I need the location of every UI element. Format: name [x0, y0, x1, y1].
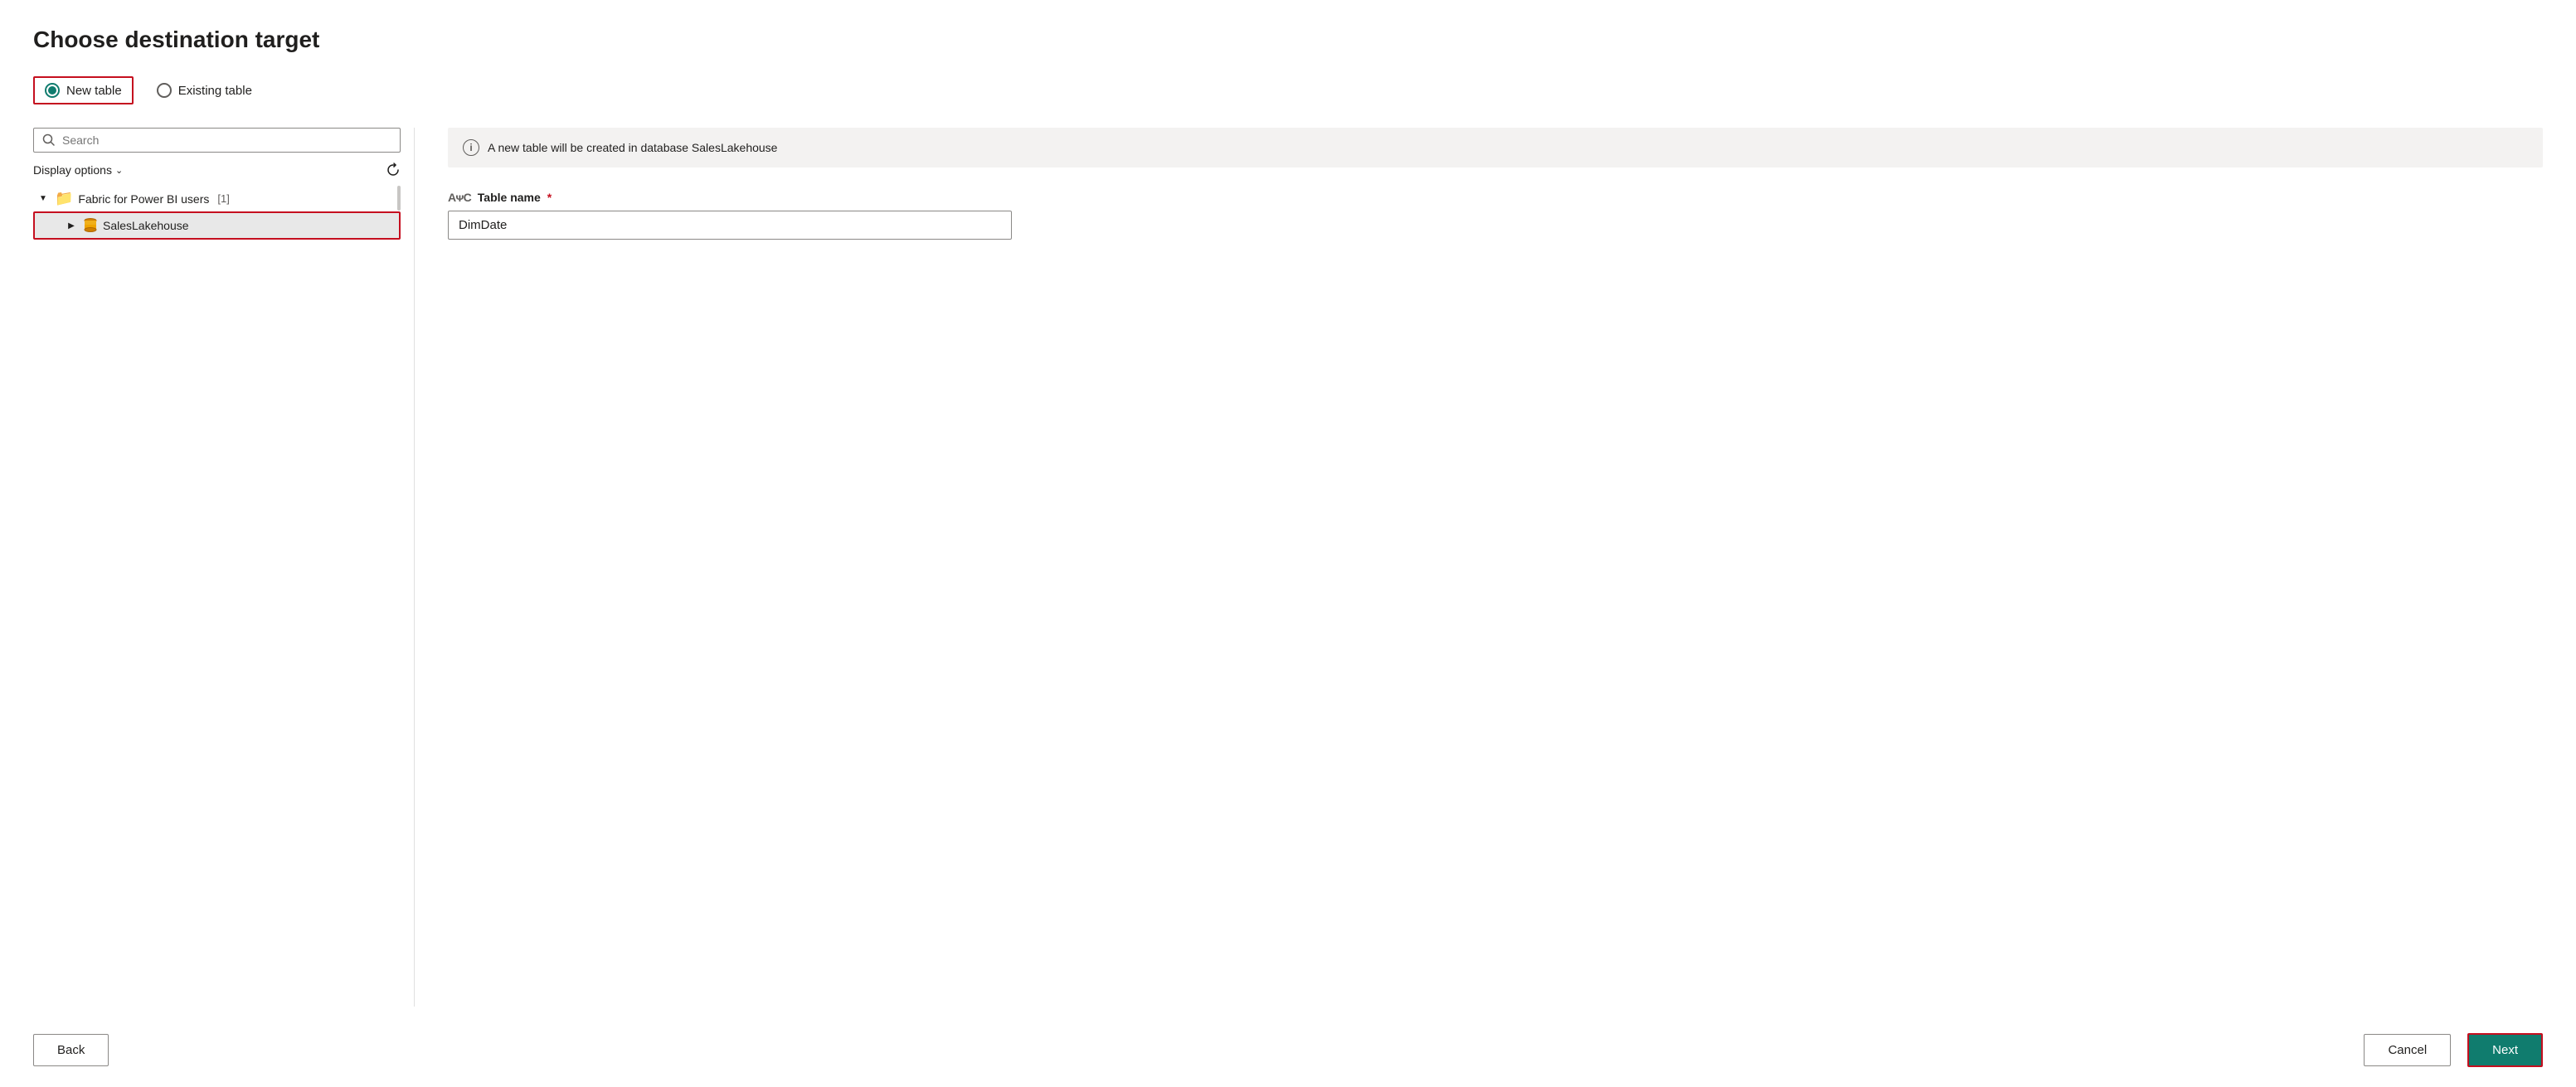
display-options-button[interactable]: Display options ⌄: [33, 163, 123, 177]
new-table-radio[interactable]: [45, 83, 60, 98]
existing-table-option[interactable]: Existing table: [157, 83, 252, 98]
main-content: Display options ⌄ ▼ 📁 Fabric for Power B…: [33, 128, 2543, 1007]
chevron-down-icon: ⌄: [115, 165, 123, 176]
cancel-button[interactable]: Cancel: [2364, 1034, 2451, 1066]
left-panel: Display options ⌄ ▼ 📁 Fabric for Power B…: [33, 128, 415, 1007]
refresh-icon: [386, 163, 401, 177]
table-name-label-row: AᴪC Table name *: [448, 191, 2543, 204]
search-box[interactable]: [33, 128, 401, 153]
saleslakehouse-name: SalesLakehouse: [103, 219, 189, 232]
info-banner: i A new table will be created in databas…: [448, 128, 2543, 167]
back-button[interactable]: Back: [33, 1034, 109, 1066]
footer-buttons: Back Cancel Next: [33, 1007, 2543, 1067]
required-indicator: *: [547, 191, 552, 204]
table-name-label: Table name: [478, 191, 541, 204]
expand-arrow[interactable]: ▶: [65, 219, 78, 232]
scrollbar[interactable]: [397, 186, 401, 211]
info-message: A new table will be created in database …: [488, 141, 777, 154]
right-footer-buttons: Cancel Next: [2364, 1033, 2543, 1067]
collapse-arrow[interactable]: ▼: [36, 192, 50, 206]
folder-icon: 📁: [55, 190, 73, 207]
new-table-label: New table: [66, 84, 122, 98]
existing-table-radio[interactable]: [157, 83, 172, 98]
abc-icon: AᴪC: [448, 191, 471, 204]
next-button[interactable]: Next: [2467, 1033, 2543, 1067]
lakehouse-icon: [83, 217, 98, 234]
workspace-name: Fabric for Power BI users: [78, 192, 209, 206]
right-panel: i A new table will be created in databas…: [415, 128, 2543, 1007]
display-options-label: Display options: [33, 163, 112, 177]
radio-group: New table Existing table: [33, 76, 2543, 104]
existing-table-label: Existing table: [178, 84, 252, 98]
workspace-item[interactable]: ▼ 📁 Fabric for Power BI users [1]: [33, 186, 401, 211]
display-options-row: Display options ⌄: [33, 163, 401, 177]
table-name-section: AᴪC Table name *: [448, 191, 2543, 240]
new-table-option[interactable]: New table: [33, 76, 134, 104]
info-icon: i: [463, 139, 479, 156]
search-input[interactable]: [62, 133, 391, 147]
search-icon: [42, 133, 56, 147]
refresh-button[interactable]: [386, 163, 401, 177]
tree-view: ▼ 📁 Fabric for Power BI users [1] ▶ Sale…: [33, 186, 401, 1007]
workspace-badge: [1]: [217, 192, 229, 205]
page-title: Choose destination target: [33, 27, 2543, 53]
table-name-input[interactable]: [448, 211, 1012, 240]
saleslakehouse-item[interactable]: ▶ SalesLakehouse: [33, 211, 401, 240]
